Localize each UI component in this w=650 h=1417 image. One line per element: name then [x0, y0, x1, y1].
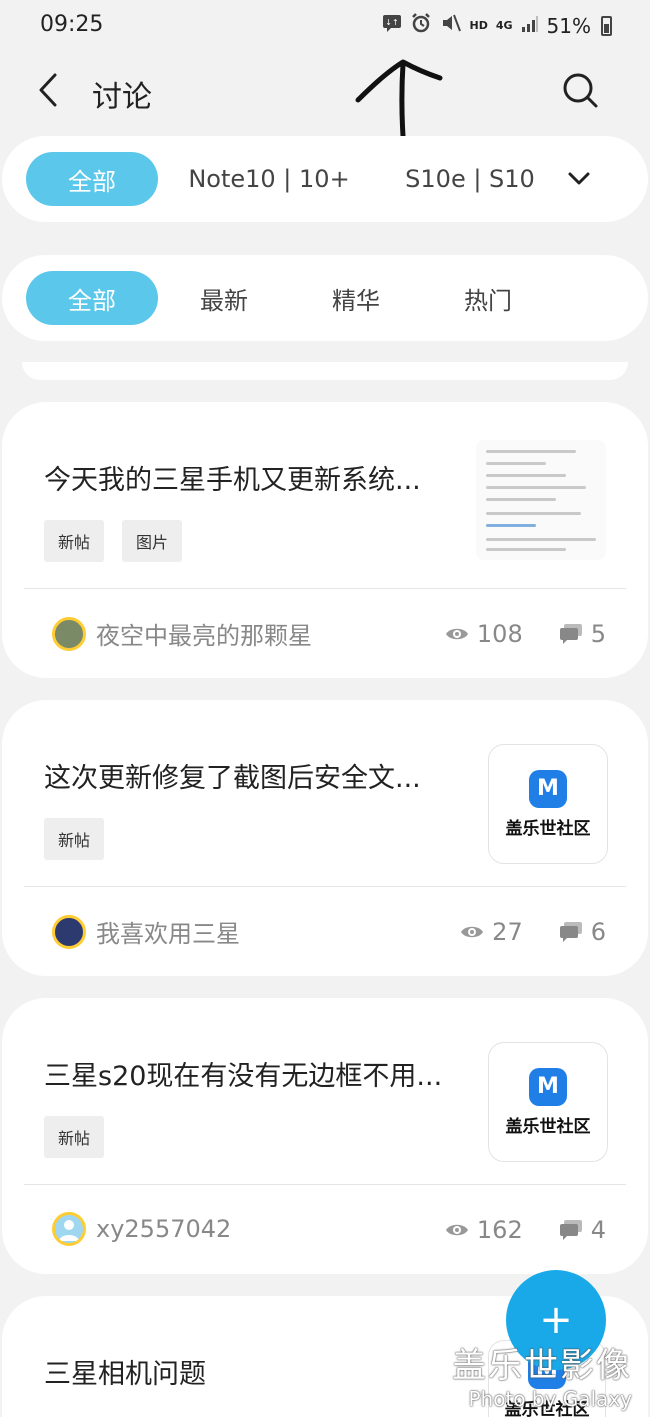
author-name: xy2557042: [96, 1215, 232, 1243]
tag-new: 新帖: [44, 520, 105, 562]
post-author[interactable]: 夜空中最亮的那颗星: [52, 616, 312, 651]
author-name: 我喜欢用三星: [96, 920, 240, 948]
eye-icon: [445, 628, 468, 640]
avatar: [52, 914, 86, 949]
post-divider: [24, 886, 626, 887]
view-count: 27: [492, 918, 523, 946]
post-stats: 108 5: [445, 620, 606, 648]
status-time: 09:25: [40, 12, 104, 37]
search-button[interactable]: [558, 68, 602, 112]
comment-icon: [559, 624, 582, 644]
post-author[interactable]: 我喜欢用三星: [52, 914, 240, 949]
post-title[interactable]: 这次更新修复了截图后安全文...: [44, 756, 421, 795]
post-title[interactable]: 三星相机问题: [44, 1352, 206, 1391]
status-bar: 09:25 ↓↑ HD 4G 51%: [0, 0, 650, 56]
comment-icon: [559, 1220, 582, 1240]
model-filter-bar: 全部 Note10 | 10+ S10e | S10: [2, 136, 648, 222]
eye-icon: [461, 926, 484, 938]
previous-post-card-edge: [22, 362, 628, 380]
photo-watermark: 盖乐世影像 Photo by Galaxy: [452, 1338, 632, 1411]
post-stats: 162 4: [445, 1216, 606, 1244]
alarm-icon: [410, 12, 432, 39]
signal-icon: [521, 14, 539, 38]
battery-percent: 51%: [546, 13, 591, 38]
watermark-sub: Photo by Galaxy: [468, 1387, 632, 1411]
model-chip-note10[interactable]: Note10 | 10+: [178, 152, 360, 206]
sort-chip-featured[interactable]: 精华: [290, 271, 422, 325]
eye-icon: [445, 1224, 468, 1236]
post-card[interactable]: 三星s20现在有没有无边框不用... 新帖 M 盖乐世社区 xy2557042 …: [2, 998, 648, 1274]
tag-new: 新帖: [44, 1116, 105, 1158]
post-title[interactable]: 三星s20现在有没有无边框不用...: [44, 1054, 442, 1093]
comment-count: 5: [590, 620, 606, 648]
sort-chip-all[interactable]: 全部: [26, 271, 158, 325]
view-count: 162: [476, 1216, 523, 1244]
tag-image: 图片: [122, 520, 183, 562]
model-chip-s10[interactable]: S10e | S10: [390, 152, 550, 206]
default-avatar-icon: [59, 1220, 79, 1241]
model-dropdown-button[interactable]: [562, 164, 596, 194]
tag-new: 新帖: [44, 818, 105, 860]
mute-icon: [440, 12, 462, 39]
post-card[interactable]: 今天我的三星手机又更新系统... 新帖 图片 夜空中最亮的那颗星 108 5: [2, 402, 648, 678]
sort-chip-hot[interactable]: 热门: [422, 271, 554, 325]
post-card[interactable]: 这次更新修复了截图后安全文... 新帖 M 盖乐世社区 我喜欢用三星 27 6: [2, 700, 648, 976]
network-label: 4G: [495, 19, 513, 32]
back-arrow-icon: [39, 73, 57, 107]
post-divider: [24, 588, 626, 589]
battery-icon: [601, 15, 612, 36]
hd-label: HD: [469, 19, 488, 32]
galaxy-community-logo-icon: M: [529, 769, 567, 808]
avatar: [52, 1212, 86, 1246]
back-button[interactable]: [28, 70, 68, 110]
post-thumbnail-logo[interactable]: M 盖乐世社区: [488, 744, 608, 864]
page-title: 讨论: [92, 80, 152, 115]
logo-text: 盖乐世社区: [505, 818, 591, 839]
galaxy-community-logo-icon: M: [529, 1067, 567, 1106]
comment-icon: [559, 922, 582, 942]
status-icons: ↓↑ HD 4G 51%: [382, 12, 612, 39]
post-thumbnail-logo[interactable]: M 盖乐世社区: [488, 1042, 608, 1162]
post-thumbnail-screenshot[interactable]: [476, 440, 606, 560]
sort-chip-latest[interactable]: 最新: [158, 271, 290, 325]
model-chip-all[interactable]: 全部: [26, 152, 158, 206]
sort-filter-bar: 全部 最新 精华 热门: [2, 255, 648, 341]
app-bar: 讨论: [0, 56, 650, 126]
comment-count: 6: [590, 918, 606, 946]
watermark-main: 盖乐世影像: [452, 1346, 632, 1386]
post-divider: [24, 1184, 626, 1185]
logo-text: 盖乐世社区: [505, 1116, 591, 1137]
view-count: 108: [476, 620, 523, 648]
message-icon: ↓↑: [382, 13, 402, 38]
post-title[interactable]: 今天我的三星手机又更新系统...: [44, 458, 421, 497]
author-name: 夜空中最亮的那颗星: [96, 622, 312, 650]
svg-text:↓↑: ↓↑: [385, 18, 398, 27]
post-author[interactable]: xy2557042: [52, 1212, 231, 1246]
comment-count: 4: [590, 1216, 606, 1244]
chevron-down-icon: [568, 172, 590, 185]
avatar: [52, 616, 86, 651]
post-stats: 27 6: [460, 918, 606, 946]
search-icon: [563, 73, 598, 108]
